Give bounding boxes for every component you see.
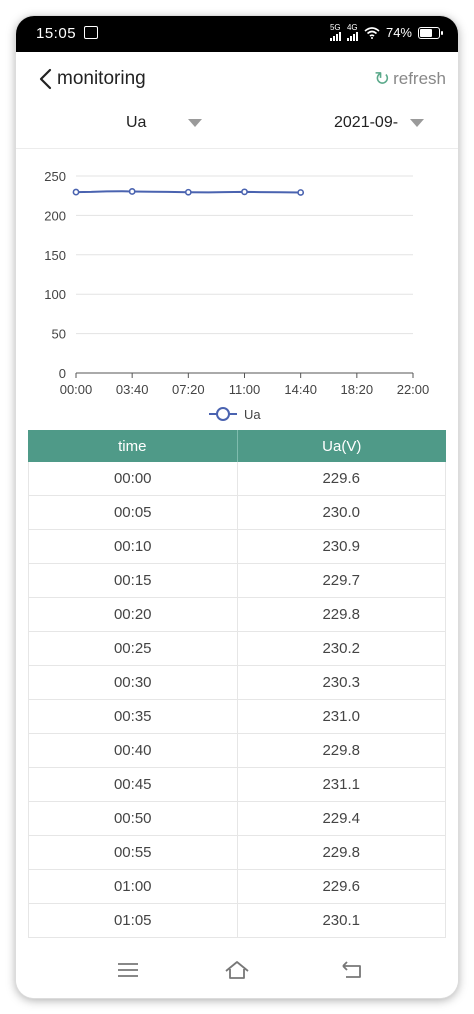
x-tick-label: 03:40 bbox=[116, 382, 149, 397]
back-nav-icon[interactable] bbox=[338, 958, 366, 982]
status-bar: 15:05 5G 4G 74% bbox=[16, 16, 458, 52]
network-label-4g: 4G bbox=[346, 23, 358, 32]
refresh-icon: ↻ bbox=[374, 68, 391, 90]
voltage-cell: 231.0 bbox=[236, 700, 446, 733]
table-row: 00:30 230.3 bbox=[28, 666, 446, 700]
table-row: 00:15 229.7 bbox=[28, 564, 446, 598]
time-cell: 00:40 bbox=[28, 734, 237, 767]
x-tick-label: 18:20 bbox=[341, 382, 374, 397]
date-value: 2021-09- bbox=[334, 114, 399, 131]
voltage-cell: 229.8 bbox=[236, 734, 446, 767]
header: monitoring ↻ refresh bbox=[16, 52, 458, 106]
refresh-label: refresh bbox=[393, 69, 446, 88]
home-icon[interactable] bbox=[223, 958, 251, 982]
line-chart: 0 50 100 150 200 250 00:00 03:40 07:20 11:00 14:40… bbox=[16, 156, 458, 432]
table-row: 00:25 230.2 bbox=[28, 632, 446, 666]
data-point bbox=[241, 188, 248, 196]
parameter-value: Ua bbox=[126, 114, 147, 131]
signal-4g-icon: 4G bbox=[346, 23, 358, 41]
wifi-icon bbox=[364, 26, 380, 39]
y-tick-label: 150 bbox=[44, 248, 66, 263]
voltage-cell: 230.0 bbox=[236, 496, 446, 529]
data-table: time Ua(V) 00:00 229.6 00:05 230.0 00:10 230.… bbox=[28, 430, 446, 938]
x-tick-label: 00:00 bbox=[60, 382, 93, 397]
time-cell: 00:00 bbox=[28, 462, 237, 495]
date-dropdown[interactable]: 2021-09- bbox=[334, 114, 425, 132]
data-point bbox=[128, 188, 136, 195]
voltage-cell: 229.8 bbox=[236, 598, 446, 631]
table-row: 00:35 231.0 bbox=[28, 700, 446, 734]
y-tick-label: 200 bbox=[44, 208, 66, 223]
table-row: 00:05 230.0 bbox=[28, 496, 446, 530]
notification-app-icon bbox=[84, 26, 98, 39]
chevron-down-icon bbox=[188, 119, 203, 127]
chart-canvas: 0 50 100 150 200 250 00:00 03:40 07:20 11:00 14:40… bbox=[44, 169, 430, 422]
time-cell: 00:50 bbox=[28, 802, 237, 835]
data-point bbox=[184, 188, 192, 196]
time-cell: 00:30 bbox=[28, 666, 237, 699]
x-tick-label: 11:00 bbox=[229, 382, 261, 397]
time-cell: 00:55 bbox=[28, 836, 237, 869]
x-tick-label: 22:00 bbox=[397, 382, 430, 397]
voltage-cell: 230.1 bbox=[236, 904, 446, 937]
y-tick-label: 250 bbox=[44, 169, 66, 184]
time-cell: 00:15 bbox=[28, 564, 237, 597]
data-point bbox=[297, 189, 305, 196]
time-cell: 00:05 bbox=[28, 496, 237, 529]
column-header-ua: Ua(V) bbox=[322, 437, 362, 455]
table-row: 00:20 229.8 bbox=[28, 598, 446, 632]
voltage-cell: 231.1 bbox=[236, 768, 446, 801]
voltage-cell: 229.4 bbox=[236, 802, 446, 835]
table-row: 00:10 230.9 bbox=[28, 530, 446, 564]
y-tick-label: 100 bbox=[44, 287, 66, 302]
time-cell: 00:35 bbox=[28, 700, 237, 733]
parameter-dropdown[interactable]: Ua bbox=[126, 114, 203, 132]
legend-marker bbox=[216, 407, 230, 421]
battery-icon bbox=[418, 26, 443, 39]
signal-5g-icon: 5G bbox=[329, 23, 341, 41]
menu-icon[interactable] bbox=[114, 958, 142, 982]
refresh-button[interactable]: ↻ refresh bbox=[374, 69, 446, 89]
table-row: 00:55 229.8 bbox=[28, 836, 446, 870]
time-cell: 00:45 bbox=[28, 768, 237, 801]
system-nav-bar bbox=[16, 942, 458, 998]
time-cell: 00:25 bbox=[28, 632, 237, 665]
table-row: 01:05 230.1 bbox=[28, 904, 446, 938]
status-time: 15:05 bbox=[36, 25, 77, 42]
time-cell: 01:00 bbox=[28, 870, 237, 903]
column-header-time: time bbox=[28, 430, 238, 462]
voltage-cell: 229.6 bbox=[236, 462, 446, 495]
table-row: 00:00 229.6 bbox=[28, 462, 446, 496]
data-point bbox=[72, 188, 80, 196]
voltage-cell: 230.9 bbox=[236, 530, 446, 563]
table-header: time Ua(V) bbox=[28, 430, 446, 462]
phone-frame: 15:05 5G 4G 74% monitoring ↻ refresh Ua … bbox=[16, 16, 458, 998]
table-row: 00:50 229.4 bbox=[28, 802, 446, 836]
page-title: monitoring bbox=[57, 68, 146, 89]
x-tick-label: 07:20 bbox=[172, 382, 205, 397]
voltage-cell: 230.3 bbox=[236, 666, 446, 699]
voltage-cell: 229.8 bbox=[236, 836, 446, 869]
time-cell: 01:05 bbox=[28, 904, 237, 937]
voltage-cell: 229.7 bbox=[236, 564, 446, 597]
table-row: 00:40 229.8 bbox=[28, 734, 446, 768]
table-body[interactable]: 00:00 229.6 00:05 230.0 00:10 230.9 00:15 229.7… bbox=[28, 462, 446, 938]
table-row: 01:00 229.6 bbox=[28, 870, 446, 904]
x-tick-label: 14:40 bbox=[284, 382, 317, 397]
voltage-cell: 229.6 bbox=[236, 870, 446, 903]
time-cell: 00:20 bbox=[28, 598, 237, 631]
status-indicators: 5G 4G 74% bbox=[329, 23, 443, 41]
battery-percent: 74% bbox=[385, 25, 412, 40]
voltage-cell: 230.2 bbox=[236, 632, 446, 665]
network-label-5g: 5G bbox=[329, 23, 341, 32]
back-arrow-icon[interactable] bbox=[36, 67, 58, 91]
filter-bar: Ua 2021-09- bbox=[16, 106, 458, 149]
y-tick-label: 0 bbox=[59, 366, 66, 381]
legend-label: Ua bbox=[244, 407, 261, 422]
time-cell: 00:10 bbox=[28, 530, 237, 563]
chevron-down-icon bbox=[410, 119, 425, 127]
y-tick-label: 50 bbox=[52, 327, 66, 342]
table-row: 00:45 231.1 bbox=[28, 768, 446, 802]
